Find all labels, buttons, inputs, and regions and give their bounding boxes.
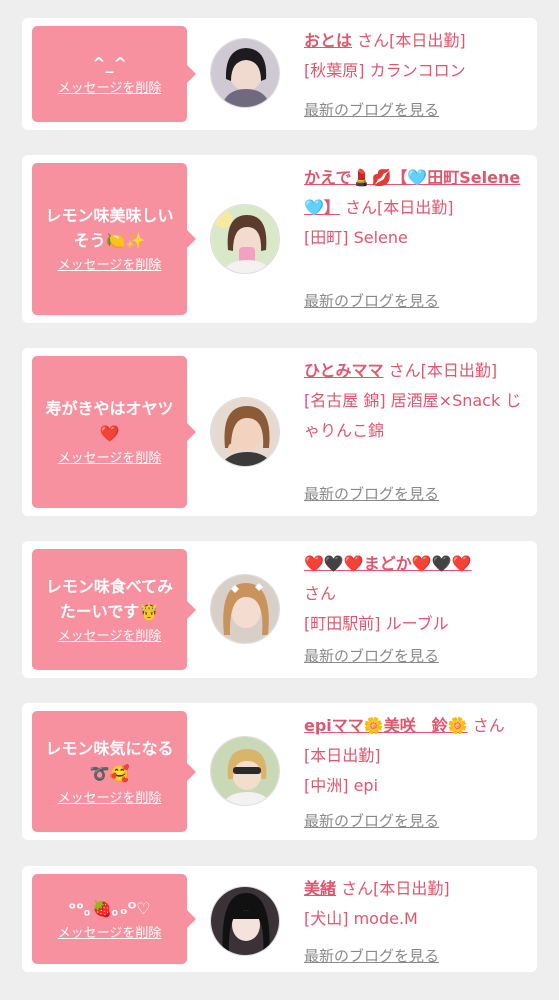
view-blog-link[interactable]: 最新のブログを見る	[304, 811, 439, 831]
message-bubble: ^_^ メッセージを削除	[32, 26, 196, 122]
avatar[interactable]	[210, 886, 280, 956]
message-card: ᵒᵒ｡🍓｡ₒᴼ♡ メッセージを削除 美緒 さん[本日出勤] [犬山] mode.…	[22, 866, 537, 972]
cast-info: かえで💄💋【🩵田町Selene🩵】 さん[本日出勤] [田町] Selene	[304, 163, 526, 253]
cast-info: おとは さん[本日出勤] [秋葉原] カランコロン	[304, 26, 526, 86]
shop-name: [秋葉原] カランコロン	[304, 61, 466, 80]
message-bubble: ᵒᵒ｡🍓｡ₒᴼ♡ メッセージを削除	[32, 874, 196, 964]
view-blog-link[interactable]: 最新のブログを見る	[304, 946, 439, 966]
cast-name-link[interactable]: 美緒	[304, 879, 336, 898]
shop-name: [中洲] epi	[304, 776, 379, 795]
message-text: 寿がきやはオヤツ❤️	[45, 399, 174, 443]
message-list: ^_^ メッセージを削除 おとは さん[本日出勤] [秋葉原] カランコロン 最…	[0, 0, 559, 1000]
shop-name: [町田駅前] ルーブル	[304, 614, 449, 633]
view-blog-link[interactable]: 最新のブログを見る	[304, 484, 439, 504]
delete-message-link[interactable]: メッセージを削除	[58, 628, 162, 646]
delete-message-link[interactable]: メッセージを削除	[58, 450, 162, 468]
avatar[interactable]	[210, 736, 280, 806]
cast-suffix: さん[本日出勤]	[388, 361, 498, 380]
cast-info: ひとみママ さん[本日出勤] [名古屋 錦] 居酒屋×Snack じゃりんこ錦	[304, 356, 526, 446]
cast-info: epiママ🌼美咲 鈴🌼 さん[本日出勤] [中洲] epi	[304, 711, 526, 801]
view-blog-link[interactable]: 最新のブログを見る	[304, 646, 439, 666]
cast-name-link[interactable]: ❤️🖤❤️まどか❤️🖤❤️	[304, 554, 472, 573]
cast-info: 美緒 さん[本日出勤] [犬山] mode.M	[304, 874, 526, 934]
cast-suffix: さん	[304, 584, 337, 603]
cast-name-link[interactable]: epiママ🌼美咲 鈴🌼	[304, 716, 468, 735]
message-bubble: 寿がきやはオヤツ❤️ メッセージを削除	[32, 356, 196, 508]
message-text: レモン味気になる➰🥰	[45, 738, 174, 783]
delete-message-link[interactable]: メッセージを削除	[58, 790, 162, 808]
message-text: レモン味食べてみたーいです🤴	[45, 576, 174, 621]
message-bubble: レモン味気になる➰🥰 メッセージを削除	[32, 711, 196, 832]
cast-info: ❤️🖤❤️まどか❤️🖤❤️ さん [町田駅前] ルーブル	[304, 549, 526, 639]
message-card: 寿がきやはオヤツ❤️ メッセージを削除 ひとみママ さん[本日出勤] [名古屋 …	[22, 348, 537, 516]
message-bubble: レモン味美味しいそう🍋✨ メッセージを削除	[32, 163, 196, 315]
view-blog-link[interactable]: 最新のブログを見る	[304, 291, 439, 311]
delete-message-link[interactable]: メッセージを削除	[58, 925, 162, 943]
shop-name: [犬山] mode.M	[304, 909, 418, 928]
avatar[interactable]	[210, 204, 280, 274]
cast-suffix: さん[本日出勤]	[345, 198, 454, 217]
message-card: レモン味食べてみたーいです🤴 メッセージを削除 ❤️🖤❤️まどか❤️🖤❤️ さん…	[22, 541, 537, 678]
avatar[interactable]	[210, 38, 280, 108]
avatar[interactable]	[210, 574, 280, 644]
view-blog-link[interactable]: 最新のブログを見る	[304, 100, 439, 120]
delete-message-link[interactable]: メッセージを削除	[58, 80, 162, 98]
message-card: ^_^ メッセージを削除 おとは さん[本日出勤] [秋葉原] カランコロン 最…	[22, 18, 537, 130]
cast-suffix: さん[本日出勤]	[357, 31, 466, 50]
message-card: レモン味気になる➰🥰 メッセージを削除 epiママ🌼美咲 鈴🌼 さん[本日出勤]…	[22, 703, 537, 840]
message-bubble: レモン味食べてみたーいです🤴 メッセージを削除	[32, 549, 196, 670]
avatar[interactable]	[210, 397, 280, 467]
message-text: ᵒᵒ｡🍓｡ₒᴼ♡	[68, 898, 151, 918]
delete-message-link[interactable]: メッセージを削除	[58, 257, 162, 275]
message-text: ^_^	[92, 53, 127, 73]
message-card: レモン味美味しいそう🍋✨ メッセージを削除 かえで💄💋【🩵田町Selene🩵】 …	[22, 155, 537, 323]
cast-name-link[interactable]: ひとみママ	[304, 361, 384, 380]
message-text: レモン味美味しいそう🍋✨	[45, 206, 174, 250]
cast-suffix: さん[本日出勤]	[341, 879, 450, 898]
cast-name-link[interactable]: おとは	[304, 31, 352, 50]
shop-name: [田町] Selene	[304, 228, 408, 247]
shop-name: [名古屋 錦] 居酒屋×Snack じゃりんこ錦	[304, 391, 522, 440]
